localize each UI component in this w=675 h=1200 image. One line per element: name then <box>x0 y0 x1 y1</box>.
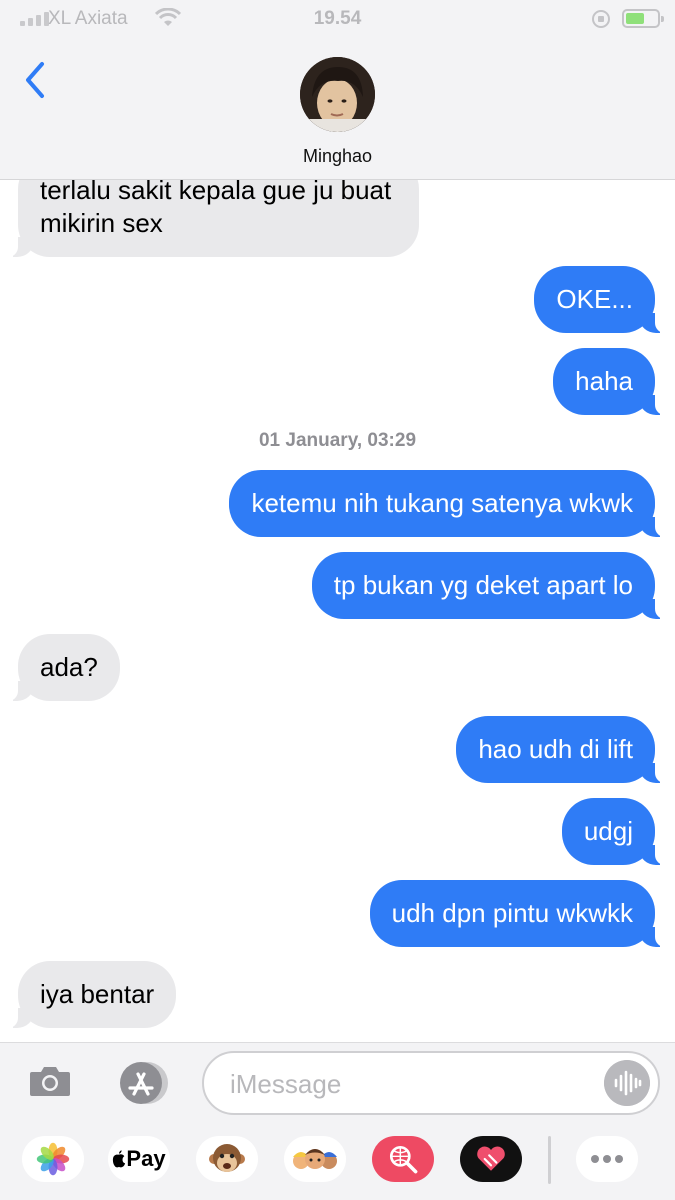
message-thread[interactable]: terlalu sakit kepala gue ju buat mikirin… <box>0 180 675 1042</box>
message-text: ada? <box>40 652 98 682</box>
camera-icon[interactable] <box>28 1064 72 1098</box>
status-bar: XL Axiata 19.54 <box>0 0 675 38</box>
animoji-monkey-icon[interactable] <box>196 1136 258 1182</box>
battery-charging-icon <box>622 9 664 28</box>
apple-logo-icon <box>113 1150 126 1168</box>
message-bubble-outgoing[interactable]: tp bukan yg deket apart lo <box>311 552 666 619</box>
message-text: mikirin sex <box>40 208 163 238</box>
apple-pay-label: Pay <box>126 1146 166 1171</box>
message-bubble-incoming[interactable]: terlalu sakit kepala gue ju buat mikirin… <box>7 180 420 257</box>
message-input[interactable] <box>230 1067 590 1101</box>
photos-icon[interactable] <box>22 1136 84 1182</box>
rotation-lock-icon <box>592 10 610 28</box>
message-text: udh dpn pintu wkwkk <box>391 898 633 928</box>
message-text: udgj <box>583 816 633 846</box>
message-bubble-outgoing[interactable]: hao udh di lift <box>456 716 665 783</box>
contact-avatar[interactable] <box>300 57 375 132</box>
message-bubble-outgoing[interactable]: haha <box>553 348 665 415</box>
message-text: iya bentar <box>40 979 155 1009</box>
conversation-header: XL Axiata 19.54 Minghao <box>0 0 675 180</box>
app-drawer: Pay <box>0 1122 675 1200</box>
message-bubble-incoming[interactable]: iya bentar <box>7 961 177 1028</box>
message-text: tp bukan yg deket apart lo <box>333 570 633 600</box>
contact-name[interactable]: Minghao <box>0 146 675 167</box>
message-text: hao udh di lift <box>478 734 633 764</box>
more-icon[interactable] <box>576 1136 638 1182</box>
message-timestamp: 01 January, 03:29 <box>258 430 417 451</box>
message-composer <box>0 1042 675 1122</box>
message-bubble-outgoing[interactable]: OKE... <box>534 266 665 333</box>
message-bubble-outgoing[interactable]: ketemu nih tukang satenya wkwk <box>229 470 665 537</box>
message-text: terlalu sakit kepala gue ju buat <box>40 180 392 205</box>
web-search-icon[interactable] <box>372 1136 434 1182</box>
message-text: OKE... <box>556 284 633 314</box>
apple-pay-icon[interactable]: Pay <box>108 1136 170 1182</box>
audio-waveform-icon[interactable] <box>604 1060 650 1106</box>
message-bubble-incoming[interactable]: ada? <box>8 634 120 701</box>
app-store-icon[interactable] <box>113 1061 171 1105</box>
memoji-icon[interactable] <box>284 1136 346 1182</box>
app-drawer-divider <box>548 1136 551 1184</box>
message-text: ketemu nih tukang satenya wkwk <box>251 488 633 518</box>
digital-touch-icon[interactable] <box>460 1136 522 1182</box>
message-text: haha <box>575 366 633 396</box>
status-time: 19.54 <box>313 8 362 29</box>
message-bubble-outgoing[interactable]: udgj <box>561 798 666 865</box>
imessage-field[interactable] <box>202 1051 660 1115</box>
chevron-left-icon[interactable] <box>22 60 52 100</box>
message-bubble-outgoing[interactable]: udh dpn pintu wkwkk <box>369 880 666 947</box>
